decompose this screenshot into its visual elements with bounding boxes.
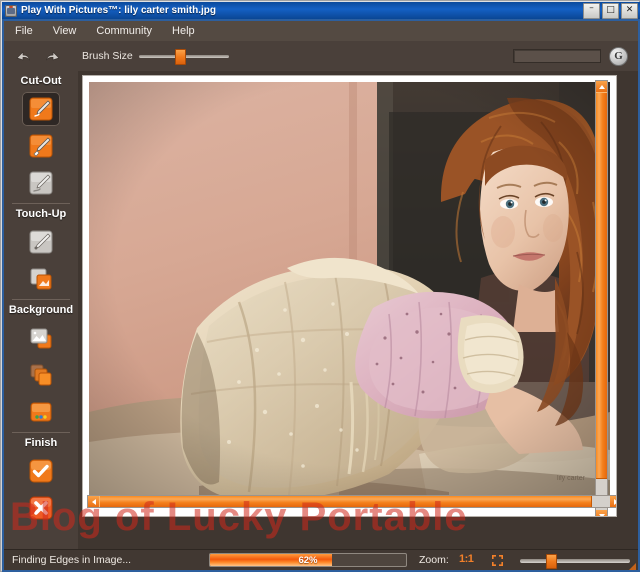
toolbar: Brush Size G [4, 41, 638, 72]
window-frame: Play With Pictures™: lily carter smith.j… [0, 0, 640, 572]
application-body: File View Community Help Brush Size G Cu… [4, 21, 638, 570]
vertical-scrollbar-thumb[interactable] [596, 92, 607, 479]
sidebar-group-title-finish: Finish [24, 437, 58, 449]
window-controls: – □ ✕ [583, 2, 638, 19]
menu-item-view[interactable]: View [44, 23, 86, 39]
maximize-button[interactable]: □ [602, 2, 619, 19]
touch-up-brush-tool[interactable] [22, 225, 60, 259]
sidebar: Cut-Out Touch-Up Background Finish [4, 71, 79, 550]
undo-arrow-icon[interactable] [12, 45, 34, 67]
status-message: Finding Edges in Image... [12, 554, 132, 566]
progress-bar-label: 62% [298, 554, 318, 566]
titlebar: Play With Pictures™: lily carter smith.j… [2, 2, 640, 19]
cut-out-smart-tool[interactable] [22, 166, 60, 200]
fit-to-screen-icon[interactable] [491, 554, 504, 567]
menubar: File View Community Help [4, 21, 638, 42]
sidebar-group-title-cut-out: Cut-Out [20, 75, 62, 87]
finish-accept-button[interactable] [22, 454, 60, 488]
zoom-slider-track [520, 559, 630, 563]
image-canvas[interactable]: lily carter [82, 75, 617, 517]
background-image-tool[interactable] [22, 321, 60, 355]
menu-item-file[interactable]: File [6, 23, 42, 39]
background-color-tool[interactable] [22, 395, 60, 429]
menu-item-community[interactable]: Community [87, 23, 161, 39]
resize-grip[interactable] [626, 558, 636, 570]
scroll-left-arrow-icon[interactable] [88, 496, 99, 507]
brush-size-label: Brush Size [82, 50, 133, 62]
canvas-area: lily carter [78, 71, 638, 550]
search-input[interactable] [513, 49, 601, 63]
minimize-button[interactable]: – [583, 2, 600, 19]
community-g-button[interactable]: G [609, 46, 628, 66]
brush-size-slider-thumb[interactable] [175, 49, 187, 65]
scroll-up-arrow-icon[interactable] [596, 81, 607, 92]
sidebar-group-title-background: Background [8, 304, 74, 316]
brush-size-slider[interactable] [138, 49, 229, 65]
statusbar: Finding Edges in Image... 62% Zoom: 1:1 [4, 549, 638, 570]
horizontal-scrollbar[interactable] [87, 495, 616, 508]
sidebar-group-touch-up [4, 222, 78, 296]
cut-out-brush-tool[interactable] [22, 92, 60, 126]
zoom-slider-thumb[interactable] [546, 554, 558, 569]
zoom-label: Zoom: [419, 554, 449, 566]
menu-item-help[interactable]: Help [163, 23, 204, 39]
finish-cancel-button[interactable] [22, 491, 60, 525]
close-button[interactable]: ✕ [621, 2, 638, 19]
zoom-ratio-button[interactable]: 1:1 [459, 553, 474, 565]
progress-bar: 62% [209, 553, 407, 567]
sidebar-group-cut-out [4, 89, 78, 200]
sidebar-group-background [4, 318, 78, 429]
cut-out-erase-tool[interactable] [22, 129, 60, 163]
scroll-down-arrow-icon[interactable] [596, 510, 607, 516]
photo-artwork: lily carter [89, 82, 610, 508]
redo-arrow-icon[interactable] [42, 45, 64, 67]
touch-up-layers-tool[interactable] [22, 262, 60, 296]
sidebar-group-title-touch-up: Touch-Up [15, 208, 67, 220]
scroll-right-arrow-icon[interactable] [610, 496, 616, 507]
application-window: Play With Pictures™: lily carter smith.j… [0, 0, 640, 572]
camera-icon [5, 4, 17, 17]
window-title: Play With Pictures™: lily carter smith.j… [21, 5, 216, 16]
vertical-scrollbar[interactable] [595, 80, 608, 516]
background-stack-tool[interactable] [22, 358, 60, 392]
horizontal-scrollbar-thumb[interactable] [99, 496, 592, 507]
photograph[interactable]: lily carter [89, 82, 610, 508]
zoom-slider[interactable] [520, 554, 630, 569]
sidebar-group-finish [4, 451, 78, 525]
